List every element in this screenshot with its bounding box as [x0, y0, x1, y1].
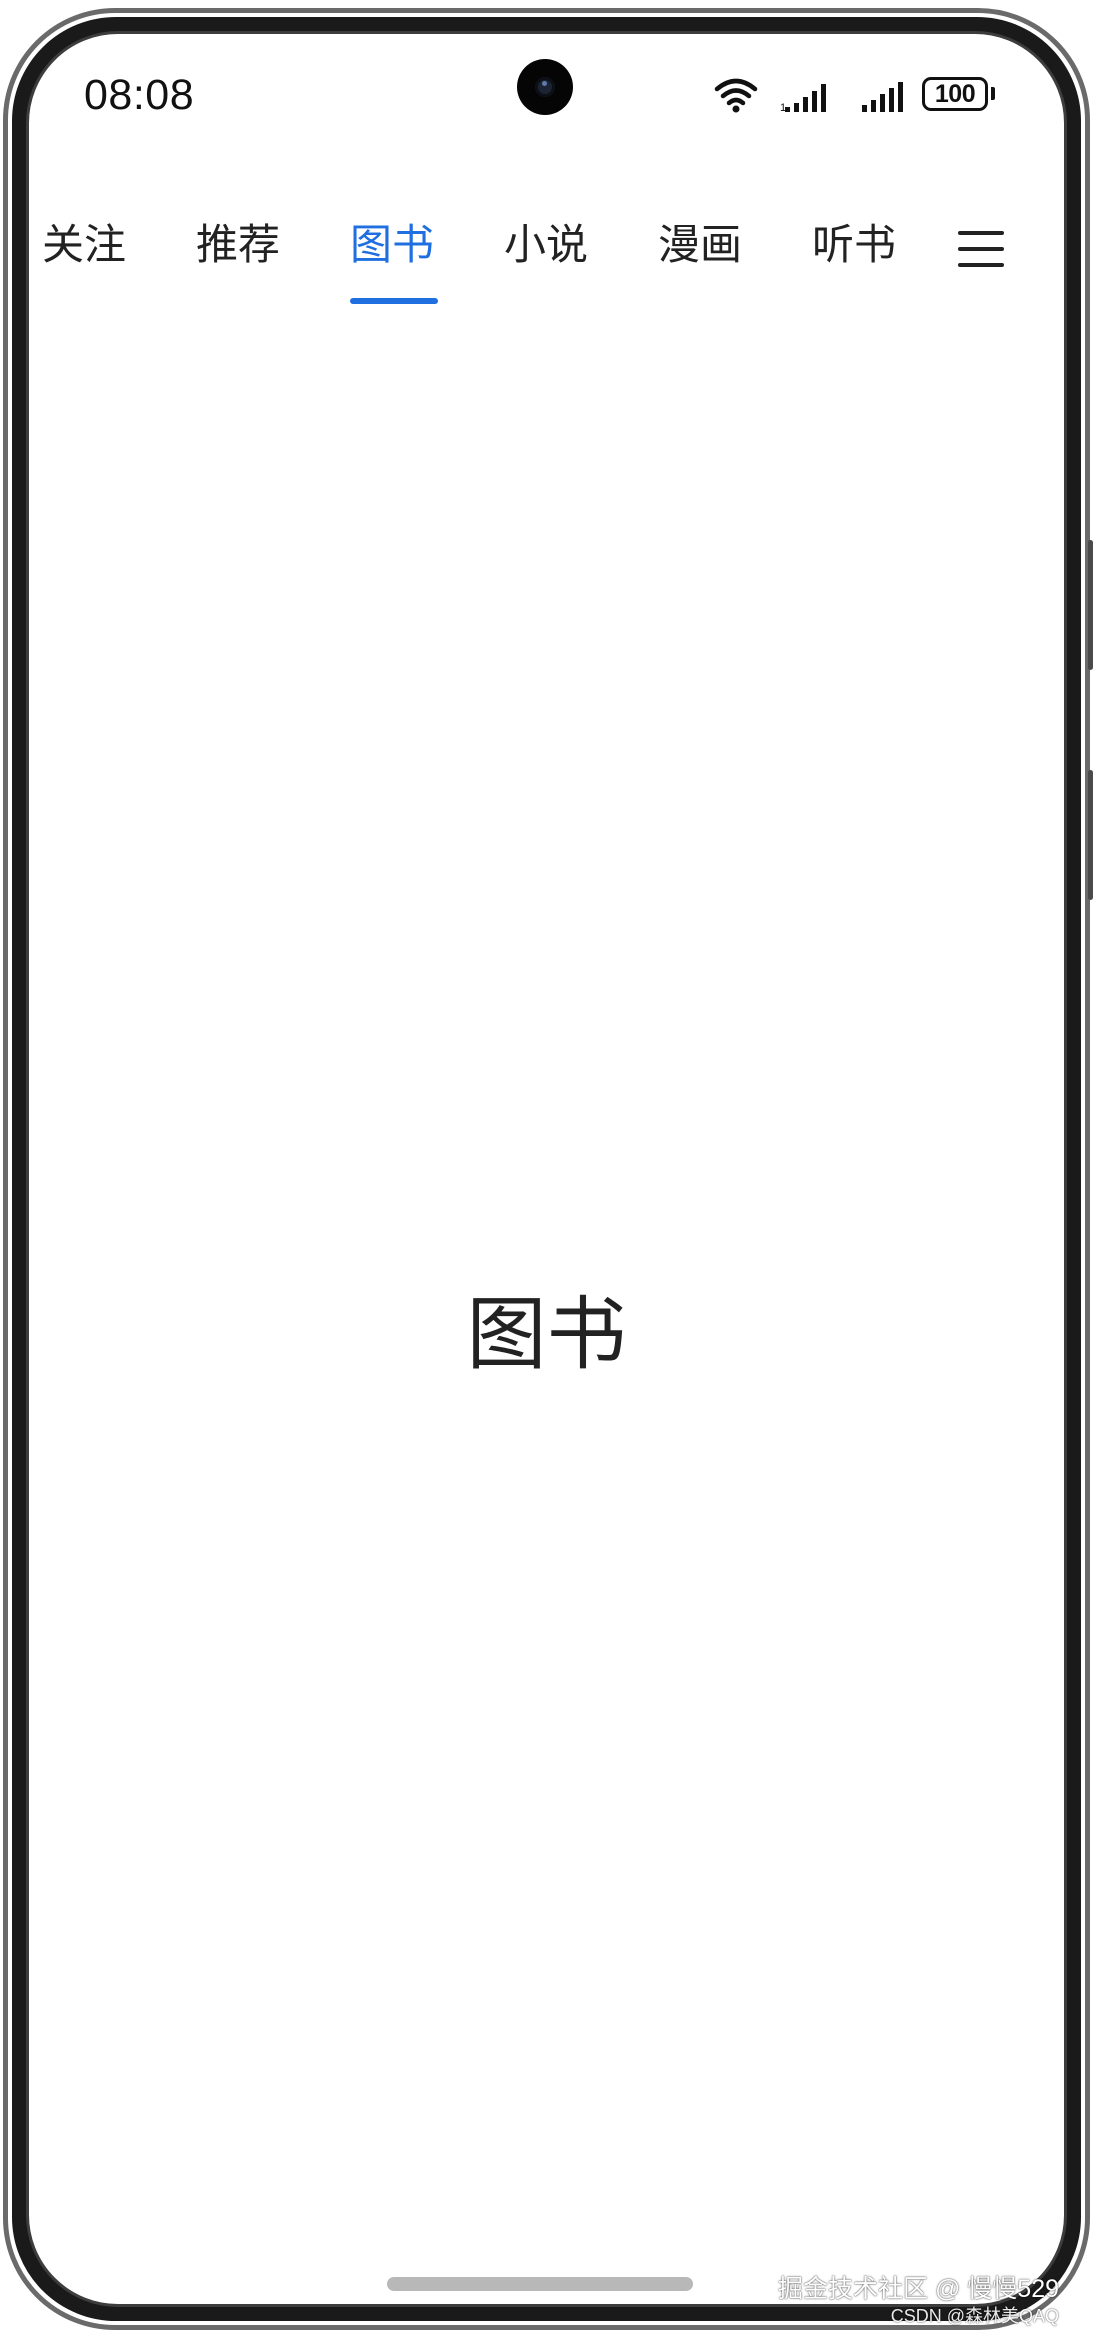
active-tab-indicator	[350, 298, 438, 304]
tab-books[interactable]: 图书	[350, 217, 434, 273]
screen: 08:08 1 100 关注 推荐 图书 小说 漫画 听书 图书	[30, 35, 1063, 2303]
front-camera-icon	[517, 59, 573, 115]
battery-cap	[991, 87, 995, 100]
tab-follow[interactable]: 关注	[42, 217, 126, 273]
wifi-icon	[714, 78, 758, 113]
volume-button	[1088, 540, 1093, 670]
tab-comics[interactable]: 漫画	[658, 217, 742, 273]
phone-frame: 08:08 1 100 关注 推荐 图书 小说 漫画 听书 图书 掘金技术社区 …	[0, 0, 1093, 2338]
battery-icon: 100	[922, 77, 988, 111]
power-button	[1088, 770, 1093, 900]
signal-icon: 1	[780, 84, 826, 113]
watermark: 掘金技术社区 @ 慢慢529 CSDN @森林美QAQ	[778, 2274, 1059, 2328]
watermark-line-2: CSDN @森林美QAQ	[890, 2306, 1059, 2326]
signal-icon-2	[862, 82, 903, 112]
battery-level: 100	[934, 79, 976, 108]
status-time: 08:08	[84, 71, 195, 119]
page-content-title: 图书	[466, 1288, 627, 1381]
tab-recommend[interactable]: 推荐	[196, 217, 280, 273]
watermark-line-1: 掘金技术社区 @ 慢慢529	[778, 2275, 1059, 2303]
tab-bar: 关注 推荐 图书 小说 漫画 听书	[30, 185, 1063, 304]
home-indicator[interactable]	[387, 2277, 693, 2291]
tab-audiobooks[interactable]: 听书	[812, 217, 896, 273]
tab-novels[interactable]: 小说	[504, 217, 588, 273]
menu-icon[interactable]	[958, 231, 1006, 271]
